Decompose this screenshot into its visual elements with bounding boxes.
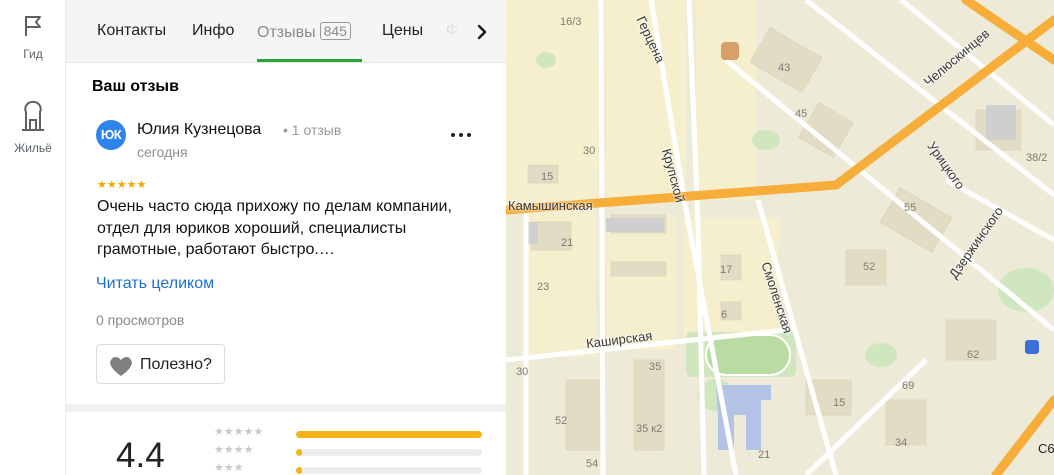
tab-fade [434, 0, 474, 62]
average-rating: 4.4 [116, 436, 165, 475]
read-more-link[interactable]: Читать целиком [96, 275, 214, 293]
chevron-right-icon [470, 24, 494, 50]
rail-item-label: Гид [23, 47, 43, 61]
useful-button-label: Полезно? [140, 356, 212, 373]
section-title: Ваш отзыв [92, 78, 179, 95]
rail-item-housing[interactable]: Жильё [0, 98, 66, 155]
review-date: сегодня [137, 144, 188, 160]
reviews-count-badge: 845 [319, 22, 351, 40]
organization-panel: Контакты Инфо Отзывы845 Цены Ф Ваш отзыв… [66, 0, 506, 475]
tab-contacts[interactable]: Контакты [97, 22, 166, 40]
bus-stop-marker [1025, 340, 1039, 354]
histogram-fill [296, 431, 482, 438]
tab-reviews-label: Отзывы [257, 24, 316, 41]
histogram-track [296, 431, 482, 438]
avatar[interactable]: ЮК [96, 120, 126, 150]
author-review-count: • 1 отзыв [283, 122, 342, 138]
review-author[interactable]: Юлия Кузнецова [137, 121, 261, 139]
histogram-stars: ★★★ [214, 462, 244, 474]
more-options-button[interactable] [448, 126, 474, 144]
views-count: 0 просмотров [96, 312, 185, 328]
flag-icon [0, 14, 66, 43]
histogram-stars: ★★★★★ [214, 426, 264, 438]
active-tab-indicator [257, 59, 362, 62]
heart-icon [108, 355, 134, 382]
useful-button[interactable]: Полезно? [96, 344, 225, 384]
tab-reviews[interactable]: Отзывы 845 [257, 22, 351, 42]
rail-item-guide[interactable]: Гид [0, 14, 66, 61]
map-view[interactable]: Камышинская Герцена Крупской Смоленская … [506, 0, 1054, 475]
section-divider [66, 404, 506, 412]
tab-prices[interactable]: Цены [382, 22, 423, 40]
more-dots-icon [448, 127, 474, 149]
histogram-stars: ★★★★ [214, 444, 254, 456]
stadium [705, 334, 791, 376]
tabs-next-button[interactable] [470, 18, 494, 46]
left-rail: Гид Жильё [0, 0, 66, 475]
review-rating-stars: ★★★★★ [97, 179, 147, 191]
histogram-track [296, 467, 482, 474]
rail-item-label: Жильё [14, 141, 52, 155]
review-text: Очень часто сюда прихожу по делам компан… [97, 198, 452, 258]
histogram-fill [296, 449, 302, 456]
histogram-track [296, 449, 482, 456]
histogram-fill [296, 467, 302, 474]
tab-bar: Контакты Инфо Отзывы845 Цены Ф [66, 0, 506, 63]
tab-info[interactable]: Инфо [192, 22, 234, 40]
map-canvas [506, 0, 1054, 475]
building-icon [0, 98, 66, 137]
poi-marker [721, 42, 739, 60]
